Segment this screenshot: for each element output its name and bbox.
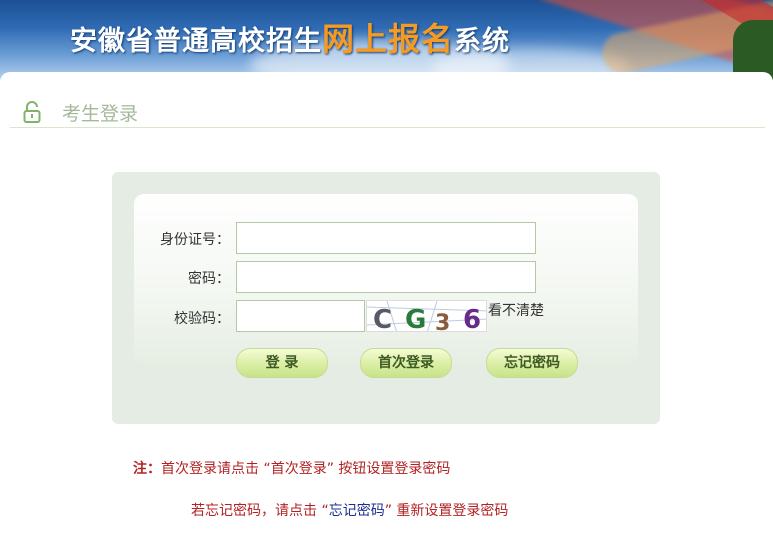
captcha-char: 6 [463,305,481,332]
password-input[interactable] [236,261,536,293]
header-banner: 安徽省普通高校招生网上报名系统 [0,0,773,80]
lock-icon [23,101,41,123]
first-login-button[interactable]: 首次登录 [360,348,452,378]
id-label: 身份证号： [160,232,230,248]
captcha-char: 3 [435,311,450,332]
captcha-input[interactable] [236,300,365,332]
note-forgot-password: 若忘记密码，请点击 “忘记密码” 重新设置登录密码 [191,500,508,520]
site-title-highlight: 网上报名 [322,20,455,58]
login-button[interactable]: 登 录 [236,348,328,378]
note-forgot-before: 若忘记密码，请点击 “ [191,503,329,519]
note-forgot-link: 忘记密码 [328,503,385,519]
site-title-part2: 系统 [454,26,511,57]
captcha-char: C [373,305,392,332]
captcha-char: G [405,305,426,332]
banner-tree [733,20,773,80]
captcha-label: 校验码： [174,311,230,327]
site-title: 安徽省普通高校招生网上报名系统 [70,14,510,60]
id-number-input[interactable] [236,222,536,254]
captcha-refresh-link[interactable]: 看不清楚 [488,300,544,320]
note-forgot-after: ” 重新设置登录密码 [384,503,509,519]
captcha-image[interactable]: C G 3 6 [366,300,487,332]
forgot-password-button[interactable]: 忘记密码 [486,348,578,378]
note-first-login: 注：首次登录请点击 “首次登录” 按钮设置登录密码 [133,458,450,478]
note-first-login-text: 首次登录请点击 “首次登录” 按钮设置登录密码 [161,461,451,477]
site-title-part1: 安徽省普通高校招生 [70,26,322,57]
note-prefix: 注： [133,461,161,477]
section-title: 考生登录 [62,103,139,125]
captcha-graphic: C G 3 6 [367,301,486,332]
password-label: 密码： [188,271,230,287]
